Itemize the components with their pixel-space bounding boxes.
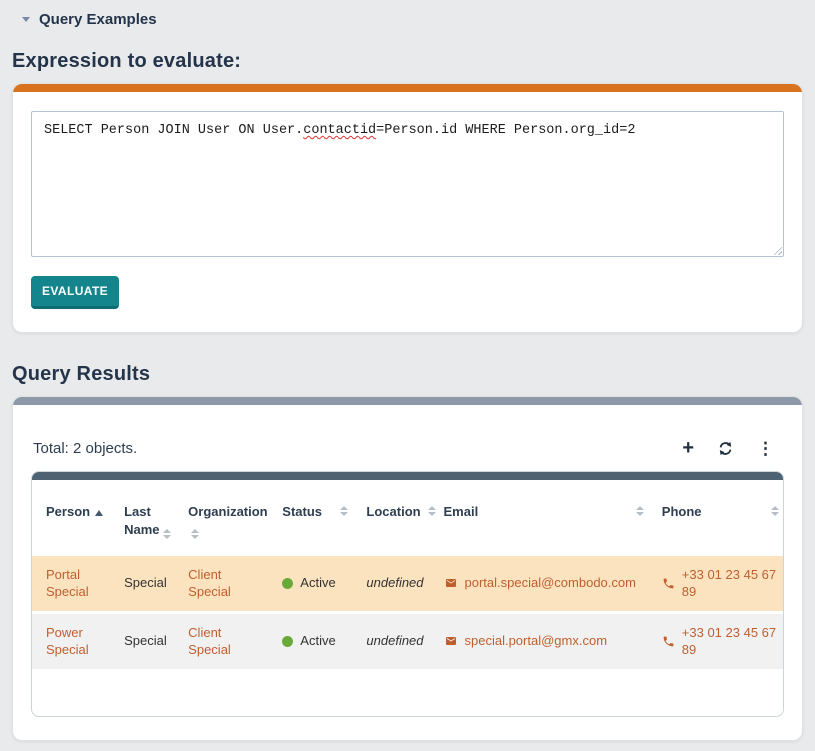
phone-cell: +33 01 23 45 67 89 [648,556,783,611]
plus-icon[interactable]: + [682,438,694,458]
column-header-location[interactable]: Location [352,483,429,553]
column-header-phone[interactable]: Phone [648,483,783,553]
misspelled-word: contactid [303,123,376,138]
envelope-icon [444,577,458,589]
status-active-dot-icon [282,636,293,647]
organization-cell: Client Special [174,556,268,611]
last-name-cell: Special [110,614,174,669]
total-count-label: Total: 2 objects. [33,440,137,457]
sort-icon[interactable] [636,506,644,516]
column-header-person[interactable]: Person [32,483,110,553]
person-link[interactable]: Portal Special [46,567,89,600]
table-accent-bar [32,472,783,480]
column-header-last-name[interactable]: Last Name [110,483,174,553]
person-cell: Portal Special [32,556,110,611]
organization-cell: Client Special [174,614,268,669]
results-table: Person Last Name Organization Status Loc… [32,480,783,672]
sort-icon[interactable] [771,506,779,516]
person-link[interactable]: Power Special [46,625,89,658]
query-text: SELECT Person JOIN User ON User.contacti… [44,123,635,138]
evaluate-button[interactable]: EVALUATE [31,276,119,309]
status-cell: Active [268,556,352,611]
column-header-email[interactable]: Email [430,483,648,553]
email-link[interactable]: special.portal@gmx.com [465,632,608,650]
column-header-organization[interactable]: Organization [174,483,268,553]
phone-link[interactable]: +33 01 23 45 67 89 [682,566,779,601]
caret-down-icon [22,17,30,22]
phone-icon [662,635,675,648]
organization-link[interactable]: Client Special [188,625,231,658]
panel-accent-bar-orange [13,84,802,92]
kebab-menu-icon[interactable]: ⋮ [757,440,774,457]
table-row: Portal Special Special Client Special Ac… [32,556,783,611]
sort-icon[interactable] [163,529,171,539]
table-row: Power Special Special Client Special Act… [32,614,783,669]
resize-grip-icon[interactable] [771,244,782,255]
sort-icon[interactable] [428,506,436,516]
status-cell: Active [268,614,352,669]
email-cell: portal.special@combodo.com [430,556,648,611]
phone-icon [662,577,675,590]
results-section-title: Query Results [12,363,803,386]
table-header-row: Person Last Name Organization Status Loc… [32,483,783,553]
email-link[interactable]: portal.special@combodo.com [465,574,636,592]
person-cell: Power Special [32,614,110,669]
toolbar-actions: + ⋮ [682,438,782,458]
envelope-icon [444,635,458,647]
sort-icon[interactable] [340,506,348,516]
expression-input[interactable]: SELECT Person JOIN User ON User.contacti… [31,111,784,257]
expression-section-title: Expression to evaluate: [12,50,803,73]
status-active-dot-icon [282,578,293,589]
organization-link[interactable]: Client Special [188,567,231,600]
phone-link[interactable]: +33 01 23 45 67 89 [682,624,779,659]
query-examples-title: Query Examples [39,11,157,28]
column-header-status[interactable]: Status [268,483,352,553]
phone-cell: +33 01 23 45 67 89 [648,614,783,669]
sort-icon[interactable] [191,529,199,539]
refresh-icon[interactable] [718,441,733,456]
location-cell: undefined [352,614,429,669]
results-panel: Total: 2 objects. + ⋮ [12,396,803,741]
query-examples-toggle[interactable]: Query Examples [12,8,803,28]
last-name-cell: Special [110,556,174,611]
panel-accent-bar-slate [13,397,802,405]
expression-panel: SELECT Person JOIN User ON User.contacti… [12,83,803,333]
location-cell: undefined [352,556,429,611]
page: Query Examples Expression to evaluate: S… [0,0,815,749]
email-cell: special.portal@gmx.com [430,614,648,669]
results-table-container: Person Last Name Organization Status Loc… [31,471,784,717]
sort-ascending-icon[interactable] [95,510,103,516]
results-toolbar: Total: 2 objects. + ⋮ [31,438,784,458]
